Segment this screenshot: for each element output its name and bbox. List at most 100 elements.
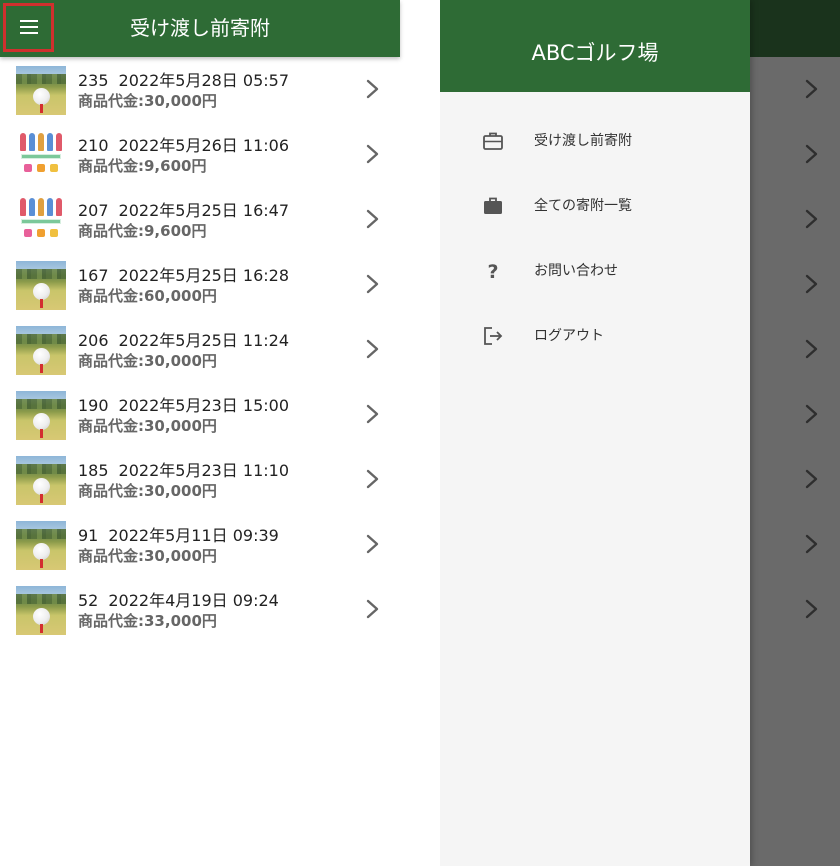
golf-set-image [16, 196, 66, 245]
drawer-item-logout[interactable]: ログアウト [440, 303, 750, 368]
donation-info: 185 2022年5月23日 11:10 商品代金:30,000円 [78, 461, 289, 501]
page-title: 受け渡し前寄附 [130, 16, 270, 40]
drawer-title: ABCゴルフ場 [531, 41, 659, 65]
donation-info: 190 2022年5月23日 15:00 商品代金:30,000円 [78, 396, 289, 436]
logout-icon [482, 325, 504, 347]
donation-info: 235 2022年5月28日 05:57 商品代金:30,000円 [78, 71, 289, 111]
briefcase-outline-icon [482, 130, 504, 152]
donation-header: 91 2022年5月11日 09:39 [78, 526, 279, 546]
donation-id: 206 [78, 331, 109, 350]
svg-text:?: ? [487, 261, 498, 282]
donation-datetime: 2022年5月25日 16:47 [118, 201, 290, 220]
donation-row[interactable]: 206 2022年5月25日 11:24 商品代金:30,000円 [0, 317, 400, 382]
donation-info: 206 2022年5月25日 11:24 商品代金:30,000円 [78, 331, 289, 371]
chevron-right-icon [366, 209, 380, 229]
golf-ball-image [16, 456, 66, 505]
golf-ball-image [16, 326, 66, 375]
navigation-drawer: ABCゴルフ場 受け渡し前寄附 全ての寄附一覧 ? お問い合わせ ログアウト [440, 0, 750, 866]
donation-info: 52 2022年4月19日 09:24 商品代金:33,000円 [78, 591, 279, 631]
donation-price: 商品代金:9,600円 [78, 222, 207, 240]
donation-header: 185 2022年5月23日 11:10 [78, 461, 289, 481]
donation-price: 商品代金:30,000円 [78, 352, 217, 370]
golf-set-image [16, 131, 66, 180]
donation-id: 210 [78, 136, 109, 155]
drawer-item-label: ログアウト [534, 328, 604, 344]
briefcase-filled-icon [482, 195, 504, 217]
donation-info: 91 2022年5月11日 09:39 商品代金:30,000円 [78, 526, 279, 566]
donation-row[interactable]: 185 2022年5月23日 11:10 商品代金:30,000円 [0, 447, 400, 512]
donation-id: 190 [78, 396, 109, 415]
chevron-right-icon [805, 404, 819, 424]
chevron-right-icon [366, 339, 380, 359]
donation-price: 商品代金:30,000円 [78, 417, 217, 435]
donation-id: 52 [78, 591, 99, 610]
donation-header: 167 2022年5月25日 16:28 [78, 266, 289, 286]
chevron-right-icon [366, 469, 380, 489]
chevron-right-icon [366, 404, 380, 424]
chevron-right-icon [366, 274, 380, 294]
donation-id: 235 [78, 71, 109, 90]
donation-datetime: 2022年5月28日 05:57 [118, 71, 290, 90]
donation-row[interactable]: 207 2022年5月25日 16:47 商品代金:9,600円 [0, 187, 400, 252]
chevron-right-icon [805, 599, 819, 619]
donation-row[interactable]: 190 2022年5月23日 15:00 商品代金:30,000円 [0, 382, 400, 447]
chevron-right-icon [805, 274, 819, 294]
donation-row[interactable]: 167 2022年5月25日 16:28 商品代金:60,000円 [0, 252, 400, 317]
donation-header: 52 2022年4月19日 09:24 [78, 591, 279, 611]
donation-datetime: 2022年5月23日 11:10 [118, 461, 290, 480]
golf-ball-image [16, 66, 66, 115]
donation-id: 185 [78, 461, 109, 480]
donation-datetime: 2022年4月19日 09:24 [108, 591, 279, 610]
drawer-item-all-donations[interactable]: 全ての寄附一覧 [440, 173, 750, 238]
chevron-right-icon [805, 209, 819, 229]
donation-info: 207 2022年5月25日 16:47 商品代金:9,600円 [78, 201, 289, 241]
donation-header: 235 2022年5月28日 05:57 [78, 71, 289, 91]
app-bar: 受け渡し前寄附 [0, 0, 400, 57]
donation-id: 167 [78, 266, 109, 285]
drawer-item-label: お問い合わせ [534, 263, 618, 279]
donation-datetime: 2022年5月23日 15:00 [118, 396, 290, 415]
golf-ball-image [16, 261, 66, 310]
drawer-header: ABCゴルフ場 [440, 0, 750, 92]
donation-header: 190 2022年5月23日 15:00 [78, 396, 289, 416]
question-mark-icon: ? [482, 260, 504, 283]
donation-row[interactable]: 52 2022年4月19日 09:24 商品代金:33,000円 [0, 577, 400, 642]
donation-datetime: 2022年5月25日 16:28 [118, 266, 290, 285]
donation-price: 商品代金:60,000円 [78, 287, 217, 305]
drawer-item-pending-donations[interactable]: 受け渡し前寄附 [440, 108, 750, 173]
donation-info: 167 2022年5月25日 16:28 商品代金:60,000円 [78, 266, 289, 306]
donation-datetime: 2022年5月11日 09:39 [108, 526, 279, 545]
donation-datetime: 2022年5月26日 11:06 [118, 136, 290, 155]
golf-ball-image [16, 391, 66, 440]
drawer-item-label: 受け渡し前寄附 [534, 133, 632, 149]
golf-ball-image [16, 586, 66, 635]
donation-row[interactable]: 91 2022年5月11日 09:39 商品代金:30,000円 [0, 512, 400, 577]
chevron-right-icon [366, 534, 380, 554]
donation-list: 235 2022年5月28日 05:57 商品代金:30,000円 210 2022年5… [0, 57, 400, 642]
donation-row[interactable]: 210 2022年5月26日 11:06 商品代金:9,600円 [0, 122, 400, 187]
dimmed-app-bar [750, 0, 840, 57]
drawer-item-contact[interactable]: ? お問い合わせ [440, 238, 750, 303]
chevron-right-icon [366, 144, 380, 164]
donation-header: 206 2022年5月25日 11:24 [78, 331, 289, 351]
main-screen: 受け渡し前寄附 235 2022年5月28日 05:57 商品代金:30,000円 2… [0, 0, 400, 866]
donation-id: 91 [78, 526, 99, 545]
chevron-right-icon [805, 534, 819, 554]
golf-ball-image [16, 521, 66, 570]
chevron-right-icon [805, 79, 819, 99]
chevron-right-icon [366, 79, 380, 99]
drawer-screen: ABCゴルフ場 受け渡し前寄附 全ての寄附一覧 ? お問い合わせ ログアウト [440, 0, 840, 866]
donation-price: 商品代金:30,000円 [78, 482, 217, 500]
drawer-item-label: 全ての寄附一覧 [534, 198, 632, 214]
chevron-right-icon [805, 339, 819, 359]
chevron-right-icon [805, 469, 819, 489]
donation-price: 商品代金:9,600円 [78, 157, 207, 175]
chevron-right-icon [805, 144, 819, 164]
donation-info: 210 2022年5月26日 11:06 商品代金:9,600円 [78, 136, 289, 176]
donation-row[interactable]: 235 2022年5月28日 05:57 商品代金:30,000円 [0, 57, 400, 122]
donation-header: 207 2022年5月25日 16:47 [78, 201, 289, 221]
donation-price: 商品代金:30,000円 [78, 547, 217, 565]
donation-datetime: 2022年5月25日 11:24 [118, 331, 290, 350]
donation-header: 210 2022年5月26日 11:06 [78, 136, 289, 156]
donation-price: 商品代金:30,000円 [78, 92, 217, 110]
